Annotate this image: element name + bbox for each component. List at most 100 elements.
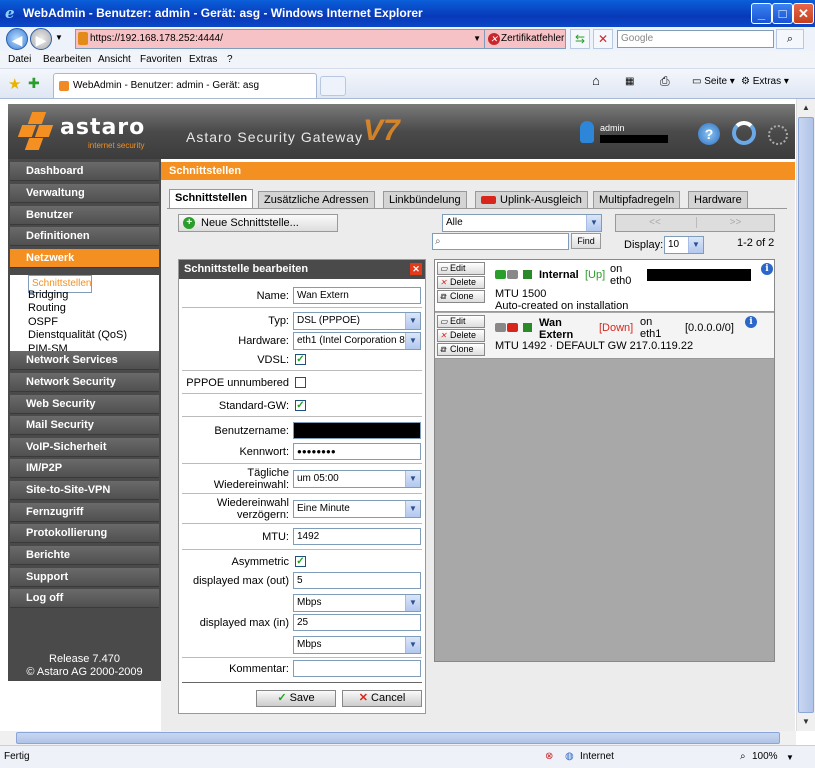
clone-button[interactable]: ⧉ Clone (437, 290, 485, 303)
standard-gw-checkbox[interactable]: ✓ (295, 400, 306, 411)
tab-schnittstellen[interactable]: Schnittstellen (169, 189, 254, 208)
daily-redial-select[interactable]: um 05:00 ▼ (293, 470, 421, 488)
home-icon[interactable]: ⌂ (592, 73, 600, 88)
sidebar-item-site-to-site-vpn[interactable]: Site-to-Site-VPN (10, 481, 159, 500)
refresh-icon[interactable]: ⇆ (570, 29, 590, 49)
sidebar-item-network-services[interactable]: Network Services (10, 351, 159, 370)
clone-button[interactable]: ⧉ Clone (437, 343, 485, 356)
zoom-dropdown-icon[interactable]: ▼ (786, 753, 794, 762)
display-select[interactable]: 10 ▼ (664, 236, 704, 254)
pppoe-unnumbered-checkbox[interactable] (295, 377, 306, 388)
password-input[interactable]: ●●●●●●●● (293, 443, 421, 460)
browser-tab[interactable]: WebAdmin - Benutzer: admin - Gerät: asg (53, 73, 317, 98)
sidebar-item-definitionen[interactable]: Definitionen (10, 227, 159, 246)
stop-icon[interactable]: ✕ (593, 29, 613, 49)
edit-button[interactable]: ▭ Edit (437, 262, 485, 275)
pager-prev-button[interactable]: << (616, 217, 694, 228)
feeds-icon[interactable]: ▦ (625, 76, 634, 87)
cancel-button[interactable]: ✕ Cancel (342, 690, 422, 707)
extras-menu[interactable]: ⚙ Extras ▾ (741, 76, 789, 87)
menu-bearbeiten[interactable]: Bearbeiten (43, 54, 91, 65)
sidebar-item-netzwerk[interactable]: Netzwerk (10, 249, 159, 268)
close-button[interactable]: ✕ (793, 3, 814, 24)
max-out-input[interactable]: 5 (293, 572, 421, 589)
menu-datei[interactable]: Datei (8, 54, 31, 65)
certificate-error-button[interactable]: ✕ Zertifikatfehler (484, 29, 566, 49)
maximize-button[interactable]: □ (772, 3, 793, 24)
find-button[interactable]: Find (571, 233, 601, 249)
new-tab-button[interactable] (320, 76, 346, 96)
address-dropdown-icon[interactable]: ▼ (473, 30, 481, 48)
sidebar-item-dashboard[interactable]: Dashboard (10, 162, 159, 181)
page-menu[interactable]: ▭ Seite ▾ (692, 76, 735, 87)
sidebar-item-im-p2p[interactable]: IM/P2P (10, 459, 159, 478)
new-interface-button[interactable]: + Neue Schnittstelle... (178, 214, 338, 232)
sidebar-item-support[interactable]: Support (10, 568, 159, 587)
vertical-scroll-thumb[interactable] (798, 117, 814, 713)
username-input[interactable] (293, 422, 421, 439)
sidebar-item-verwaltung[interactable]: Verwaltung (10, 184, 159, 203)
toggle-on-icon[interactable] (495, 270, 506, 279)
close-icon[interactable]: ✕ (410, 263, 422, 275)
minimize-button[interactable]: _ (751, 3, 772, 24)
type-select[interactable]: DSL (PPPOE) ▼ (293, 312, 421, 330)
sidebar-item-protokollierung[interactable]: Protokollierung (10, 524, 159, 543)
info-icon[interactable]: i (761, 263, 773, 275)
name-input[interactable]: Wan Extern (293, 287, 421, 304)
add-favorite-icon[interactable]: ✚ (28, 75, 40, 92)
scroll-up-icon[interactable]: ▲ (798, 100, 814, 116)
comment-input[interactable] (293, 660, 421, 677)
menu-extras[interactable]: Extras (189, 54, 217, 65)
sidebar-item-fernzugriff[interactable]: Fernzugriff (10, 503, 159, 522)
search-input[interactable]: Google (617, 30, 774, 48)
window-title-bar[interactable]: e WebAdmin - Benutzer: admin - Gerät: as… (0, 0, 815, 27)
forward-button[interactable]: ▶ (30, 28, 52, 50)
tab-zusaetzliche-adressen[interactable]: Zusätzliche Adressen (258, 191, 375, 208)
back-button[interactable]: ◀ (6, 28, 28, 50)
address-input[interactable]: https://192.168.178.252:4444/ ▼ (75, 29, 485, 49)
print-icon[interactable]: ⎙ (660, 74, 670, 89)
mtu-input[interactable]: 1492 (293, 528, 421, 545)
tab-linkbuendelung[interactable]: Linkbündelung (383, 191, 467, 208)
horizontal-scrollbar[interactable] (0, 731, 796, 745)
unit-in-select[interactable]: Mbps ▼ (293, 636, 421, 654)
menu-favoriten[interactable]: Favoriten (140, 54, 182, 65)
vdsl-checkbox[interactable]: ✓ (295, 354, 306, 365)
security-icon[interactable]: ⊗ (545, 751, 553, 762)
menu-help[interactable]: ? (227, 54, 233, 65)
menu-ansicht[interactable]: Ansicht (98, 54, 131, 65)
edit-button[interactable]: ▭ Edit (437, 315, 485, 328)
hardware-select[interactable]: eth1 (Intel Corporation 82 ▼ (293, 332, 421, 350)
tab-hardware[interactable]: Hardware (688, 191, 748, 208)
subnav-item-routing[interactable]: Routing (28, 302, 66, 314)
vertical-scrollbar[interactable]: ▲ ▼ (796, 99, 815, 731)
sidebar-item-benutzer[interactable]: Benutzer (10, 206, 159, 225)
reload-icon[interactable] (732, 121, 756, 145)
filter-select[interactable]: Alle ▼ (442, 214, 602, 232)
save-button[interactable]: ✓ Save (256, 690, 336, 707)
delete-button[interactable]: ✕ Delete (437, 329, 485, 342)
info-icon[interactable]: i (745, 316, 757, 328)
subnav-item-ospf[interactable]: OSPF (28, 316, 58, 328)
form-resize-bar[interactable] (182, 682, 422, 683)
toggle-off-icon[interactable] (507, 323, 518, 332)
zoom-level[interactable]: 100% (752, 751, 778, 762)
max-in-input[interactable]: 25 (293, 614, 421, 631)
horizontal-scroll-thumb[interactable] (16, 732, 780, 744)
history-dropdown-icon[interactable]: ▼ (55, 33, 63, 42)
pager-next-button[interactable]: >> (696, 217, 774, 228)
sidebar-item-web-security[interactable]: Web Security (10, 395, 159, 414)
redial-delay-select[interactable]: Eine Minute ▼ (293, 500, 421, 518)
help-icon[interactable]: ? (698, 123, 720, 145)
sidebar-item-mail-security[interactable]: Mail Security (10, 416, 159, 435)
sidebar-item-log-off[interactable]: Log off (10, 589, 159, 608)
asymmetric-checkbox[interactable]: ✓ (295, 556, 306, 567)
sidebar-item-network-security[interactable]: Network Security (10, 373, 159, 392)
search-icon[interactable]: ⌕ (776, 29, 804, 49)
sidebar-item-voip[interactable]: VoIP-Sicherheit (10, 438, 159, 457)
scroll-down-icon[interactable]: ▼ (798, 714, 814, 730)
delete-button[interactable]: ✕ Delete (437, 276, 485, 289)
find-input[interactable]: ⌕ (432, 233, 569, 250)
tab-multipfadregeln[interactable]: Multipfadregeln (593, 191, 681, 208)
tab-uplink-ausgleich[interactable]: Uplink-Ausgleich (475, 191, 588, 208)
